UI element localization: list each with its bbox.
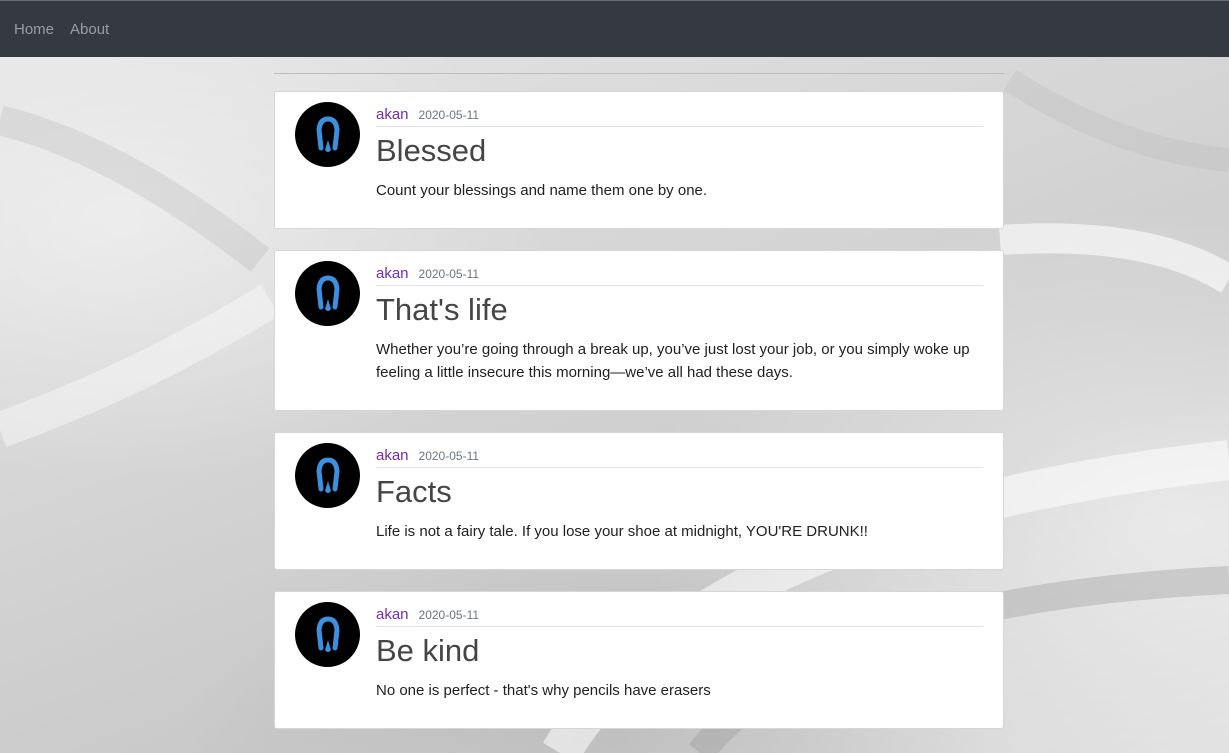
post-date: 2020-05-11 [418,267,480,281]
post-title[interactable]: Be kind [376,631,983,671]
post-date: 2020-05-11 [418,108,480,122]
post-list: akan 2020-05-11 Blessed Count your bless… [274,57,1004,729]
post-meta: akan 2020-05-11 [376,261,983,286]
horseshoe-logo-icon [315,456,340,493]
avatar [295,443,360,508]
post-content: No one is perfect - that's why pencils h… [376,682,711,699]
post-meta: akan 2020-05-11 [376,602,983,627]
avatar [295,602,360,667]
post-card: akan 2020-05-11 Be kind No one is perfec… [274,591,1004,729]
post-date: 2020-05-11 [418,449,480,463]
post-card: akan 2020-05-11 That's life Whether you’… [274,250,1004,411]
author-link[interactable]: akan [376,106,409,123]
author-link[interactable]: akan [376,606,409,623]
top-navbar: Home About [0,0,1229,57]
post-title[interactable]: That's life [376,290,983,330]
post-card: akan 2020-05-11 Facts Life is not a fair… [274,432,1004,570]
post-content: Count your blessings and name them one b… [376,182,708,199]
nav-home-link[interactable]: Home [14,21,54,38]
post-content: Life is not a fairy tale. If you lose yo… [376,523,868,540]
post-meta: akan 2020-05-11 [376,443,983,468]
horseshoe-logo-icon [315,115,340,152]
post-card: akan 2020-05-11 Blessed Count your bless… [274,91,1004,229]
horseshoe-logo-icon [315,615,340,652]
post-title[interactable]: Facts [376,472,983,512]
divider [274,73,1004,74]
post-content: Whether you’re going through a break up,… [376,341,970,381]
post-date: 2020-05-11 [418,608,480,622]
author-link[interactable]: akan [376,265,409,282]
avatar [295,261,360,326]
nav-about-link[interactable]: About [70,21,109,38]
author-link[interactable]: akan [376,447,409,464]
post-meta: akan 2020-05-11 [376,102,983,127]
post-title[interactable]: Blessed [376,131,983,171]
horseshoe-logo-icon [315,274,340,311]
avatar [295,102,360,167]
